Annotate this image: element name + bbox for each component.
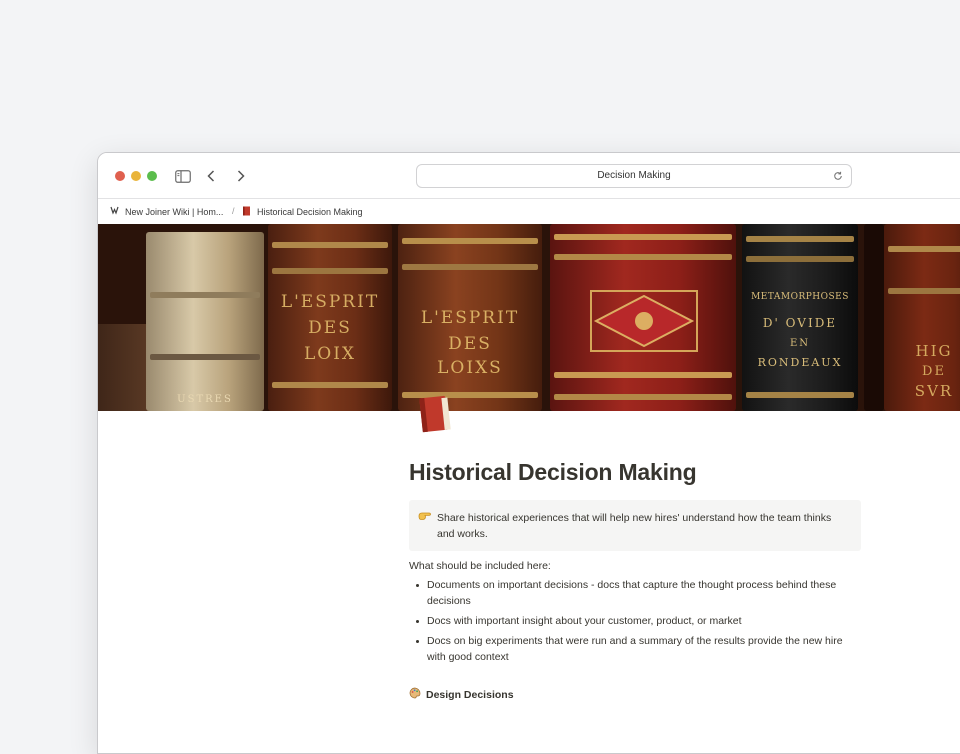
book-spine: METAMORPHOSES D' OVIDE EN RONDEAUX: [742, 224, 858, 411]
book-spine-label: DES: [448, 334, 492, 354]
book-spine-label: LOIX: [303, 344, 357, 364]
book-spine: L'ESPRIT DES LOIXS: [398, 224, 542, 411]
book-spine-label: METAMORPHOSES: [751, 292, 849, 302]
pointing-hand-icon: [418, 510, 431, 526]
breadcrumb-parent-label: New Joiner Wiki | Hom...: [125, 206, 224, 217]
bullet-list: Documents on important decisions - docs …: [409, 577, 861, 665]
breadcrumb-current[interactable]: Historical Decision Making: [242, 206, 363, 218]
intro-text: What should be included here:: [409, 560, 551, 572]
callout-text: Share historical experiences that will h…: [437, 512, 832, 540]
browser-toolbar: Decision Making: [98, 153, 960, 198]
breadcrumb-current-label: Historical Decision Making: [257, 207, 363, 217]
maximize-window-button[interactable]: [147, 171, 157, 181]
breadcrumb-parent[interactable]: New Joiner Wiki | Hom...: [110, 206, 223, 217]
close-window-button[interactable]: [115, 171, 125, 181]
palette-icon: [409, 687, 421, 702]
book-spine-label: L'ESPRIT: [420, 308, 520, 328]
reload-icon[interactable]: [831, 169, 845, 183]
book-spine: [98, 324, 152, 411]
book-spine: HIG DE SVR: [884, 224, 960, 411]
book-spine-label: LOIXS: [437, 358, 503, 378]
section-heading: Design Decisions: [426, 688, 514, 701]
book-spine-label: EN: [789, 338, 811, 349]
red-book-page-icon[interactable]: [415, 393, 455, 435]
sidebar-toggle-icon[interactable]: [174, 167, 192, 185]
book-spine-label: RONDEAUX: [757, 356, 843, 369]
book-spine-label: DE: [922, 364, 946, 379]
book-ornament: [590, 290, 698, 352]
breadcrumb-separator: /: [232, 206, 235, 216]
wiki-icon: [110, 206, 119, 217]
page-title[interactable]: Historical Decision Making: [409, 459, 861, 486]
book-spine: [550, 224, 736, 411]
book-spine-label: USTRES: [177, 394, 233, 405]
book-spine-label: L'ESPRIT: [280, 292, 380, 312]
book-spine-label: D' OVIDE: [762, 316, 838, 330]
book-spine-label: DES: [308, 318, 352, 338]
back-arrow-icon[interactable]: [204, 167, 218, 185]
address-bar[interactable]: Decision Making: [416, 164, 852, 188]
section-link-design-decisions[interactable]: Design Decisions: [409, 687, 861, 702]
red-book-icon: [242, 206, 251, 218]
page-content: Historical Decision Making Share histori…: [409, 443, 861, 702]
book-spine: USTRES: [146, 232, 264, 411]
book-spine-label: HIG: [915, 342, 953, 360]
book-spine-label: SVR: [914, 382, 954, 400]
browser-window: Decision Making New Joiner Wiki | Hom...…: [97, 152, 960, 754]
address-bar-text: Decision Making: [597, 170, 671, 181]
callout-block[interactable]: Share historical experiences that will h…: [409, 500, 861, 551]
list-item[interactable]: Docs on big experiments that were run an…: [409, 633, 861, 665]
book-spine: L'ESPRIT DES LOIX: [268, 224, 392, 411]
breadcrumb-bar: New Joiner Wiki | Hom... / Historical De…: [98, 198, 960, 225]
book-spine: [864, 224, 884, 411]
list-item[interactable]: Docs with important insight about your c…: [409, 613, 861, 629]
minimize-window-button[interactable]: [131, 171, 141, 181]
list-item[interactable]: Documents on important decisions - docs …: [409, 577, 861, 609]
cover-image: USTRES L'ESPRIT DES LOIX L'ESPRIT DES LO…: [98, 224, 960, 411]
forward-arrow-icon[interactable]: [234, 167, 248, 185]
